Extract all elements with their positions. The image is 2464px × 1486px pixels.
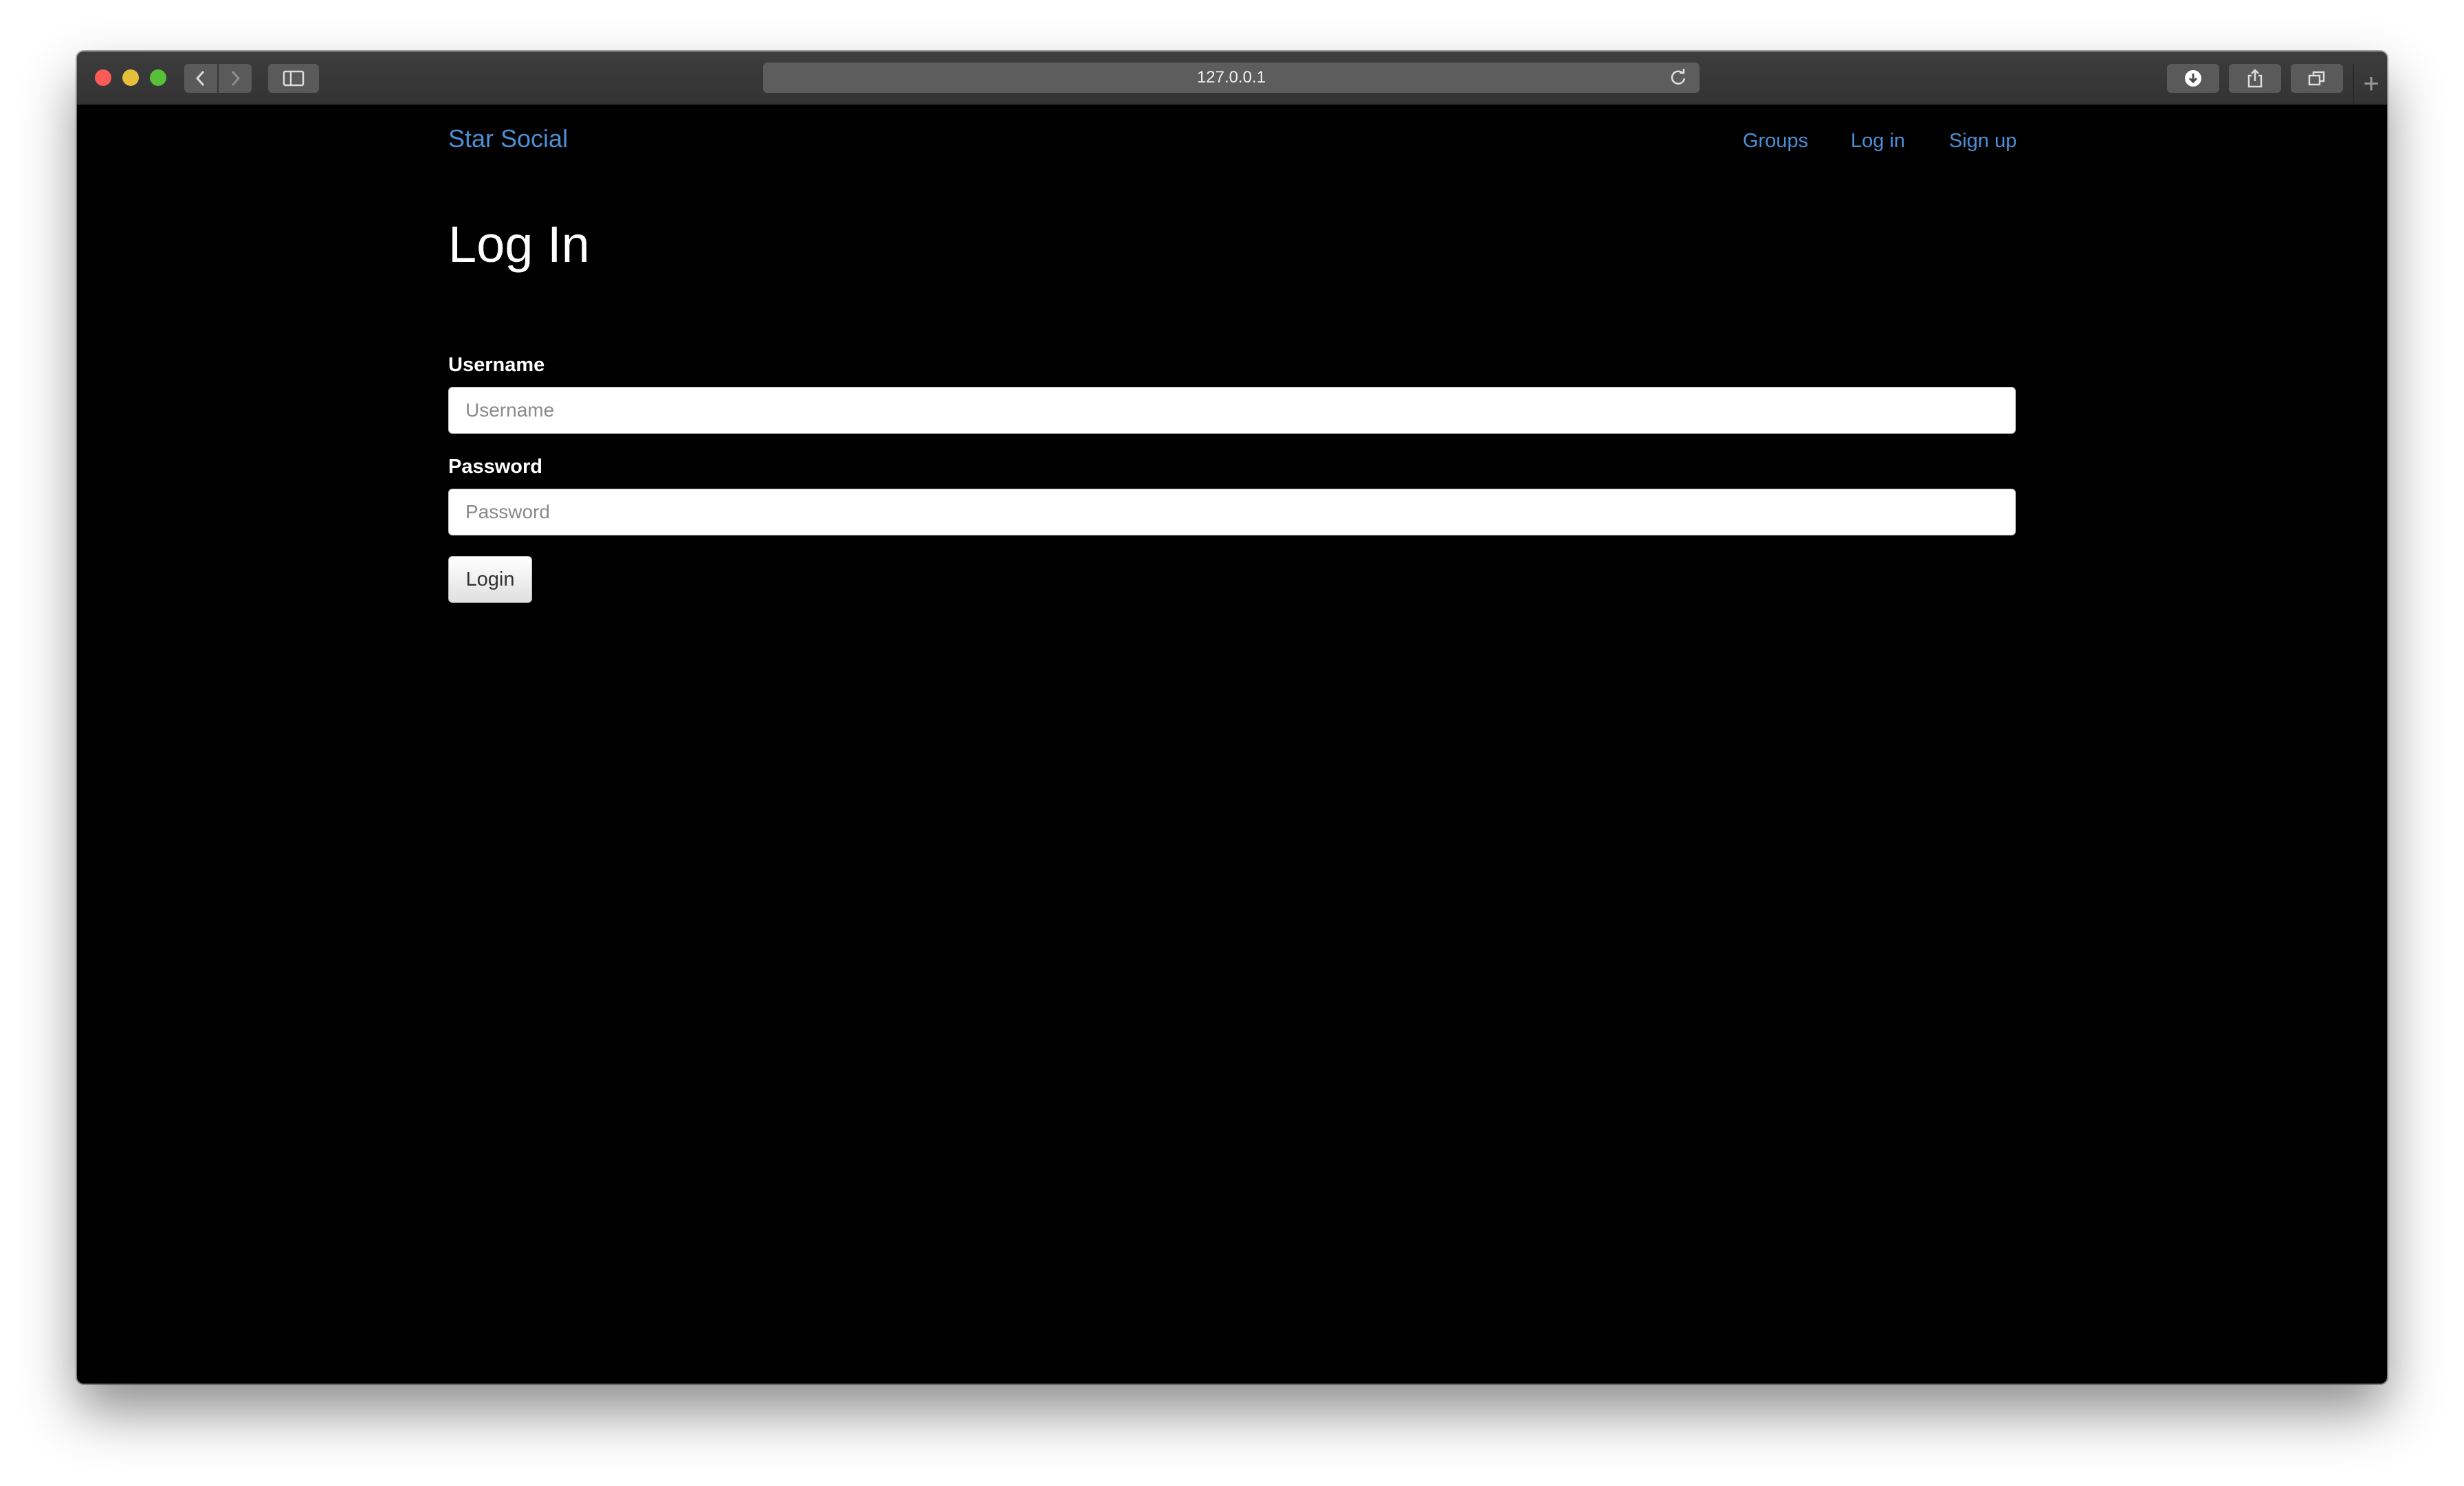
chevron-left-icon <box>195 70 205 87</box>
login-button[interactable]: Login <box>448 556 532 603</box>
nav-link-sign-up[interactable]: Sign up <box>1949 130 2016 153</box>
password-input[interactable] <box>448 489 2016 535</box>
minimize-window-button[interactable] <box>122 69 139 86</box>
show-tabs-button[interactable] <box>2291 64 2343 93</box>
nav-link-log-in[interactable]: Log in <box>1851 130 1905 153</box>
browser-window: 127.0.0.1 + Star Social Groups Log in Si… <box>77 52 2387 1384</box>
back-button[interactable] <box>184 64 217 93</box>
reload-icon[interactable] <box>1668 67 1688 88</box>
address-bar[interactable]: 127.0.0.1 <box>763 63 1700 93</box>
password-label: Password <box>448 456 542 478</box>
close-window-button[interactable] <box>95 69 111 86</box>
share-icon <box>2247 69 2263 88</box>
chevron-right-icon <box>231 70 241 87</box>
browser-toolbar: 127.0.0.1 + <box>77 52 2387 105</box>
username-label: Username <box>448 354 545 376</box>
page-content: Star Social Groups Log in Sign up Log In… <box>77 105 2387 1384</box>
plus-icon: + <box>2363 68 2379 99</box>
username-input[interactable] <box>448 387 2016 434</box>
sidebar-icon <box>283 70 305 87</box>
sidebar-toggle-button[interactable] <box>268 64 319 93</box>
download-icon <box>2185 70 2201 87</box>
forward-button[interactable] <box>219 64 252 93</box>
address-text: 127.0.0.1 <box>1196 68 1266 87</box>
share-button[interactable] <box>2229 64 2281 93</box>
downloads-button[interactable] <box>2167 64 2219 93</box>
zoom-window-button[interactable] <box>150 69 166 86</box>
page-title: Log In <box>448 216 590 273</box>
new-tab-button[interactable]: + <box>2353 64 2387 104</box>
tabs-icon <box>2308 71 2325 86</box>
brand-link[interactable]: Star Social <box>448 124 568 153</box>
nav-link-groups[interactable]: Groups <box>1743 130 1808 153</box>
